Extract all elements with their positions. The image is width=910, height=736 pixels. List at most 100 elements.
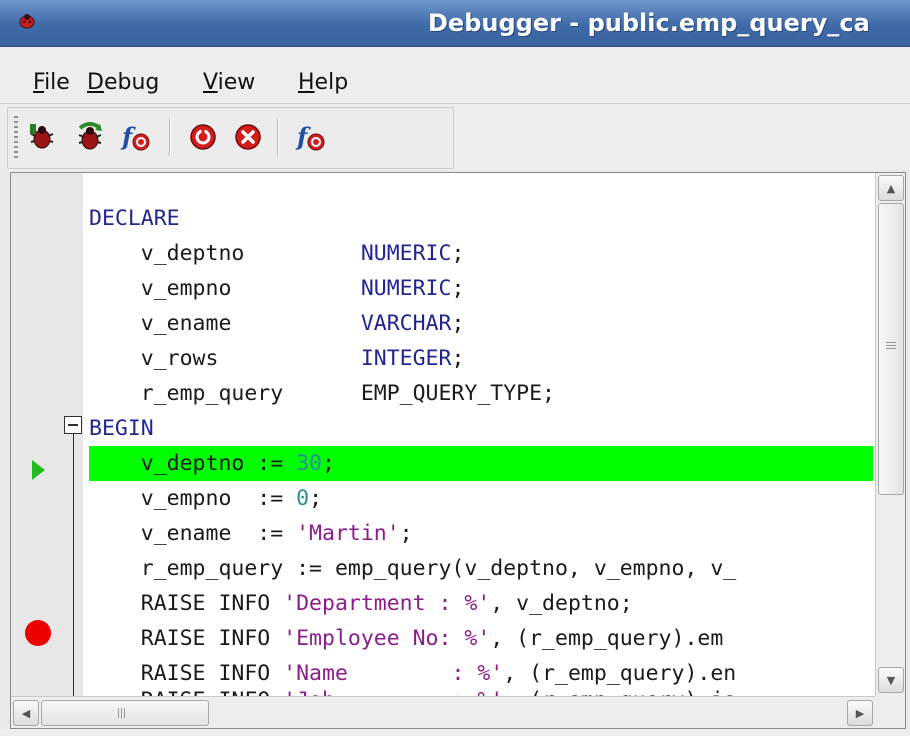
restart-icon (235, 124, 261, 150)
code-string: 'Employee No: %' (283, 626, 491, 651)
code-text: ; (451, 241, 465, 266)
step-over-icon (78, 122, 102, 150)
svg-text:f: f (295, 122, 311, 151)
toolbar-separator (277, 118, 279, 156)
fold-line (73, 434, 74, 696)
code-editor[interactable]: DECLARE v_deptno NUMERIC; v_empno NUMERI… (10, 172, 906, 729)
code-type: VARCHAR (360, 311, 452, 336)
code-line: v_empno := 0; (89, 481, 873, 516)
step-over-button[interactable] (72, 119, 108, 155)
arrow-down-icon: ▼ (886, 673, 896, 687)
code-text: v_ename := (89, 521, 297, 546)
code-text: ; (322, 451, 335, 476)
svg-text:f: f (120, 122, 136, 151)
code-text: ; (399, 521, 413, 546)
menu-debug-mnemonic: D (87, 70, 104, 95)
vertical-scrollbar[interactable]: ▲ ▼ (875, 173, 905, 696)
code-text: RAISE INFO (89, 591, 284, 616)
code-line: v_empno NUMERIC; (89, 271, 873, 306)
toolbar-frame: f f (7, 107, 454, 169)
toolbar-separator (169, 118, 171, 156)
continue-button[interactable]: f (118, 119, 154, 155)
code-text: v_empno (89, 276, 361, 301)
code-text: ; (309, 486, 323, 511)
bug-icon (19, 14, 35, 29)
code-text: r_emp_query EMP_QUERY_TYPE; (89, 381, 555, 406)
code-text: RAISE INFO (89, 688, 283, 696)
breakpoint-icon[interactable] (25, 620, 51, 646)
fold-toggle-icon[interactable] (64, 416, 82, 434)
code-string: 'Martin' (296, 521, 400, 546)
current-code-line: v_deptno := 30; (89, 446, 873, 481)
code-type: NUMERIC (360, 241, 452, 266)
arrow-right-icon: ▶ (855, 706, 865, 720)
set-breakpoint-function-icon: f (295, 122, 325, 151)
menu-debug-label: ebug (103, 70, 160, 95)
code-area[interactable]: DECLARE v_deptno NUMERIC; v_empno NUMERI… (89, 173, 873, 696)
arrow-left-icon: ◀ (21, 706, 31, 720)
code-line: DECLARE (89, 201, 873, 236)
menu-debug[interactable]: Debug (87, 70, 159, 95)
menu-file-mnemonic: F (33, 70, 45, 95)
menu-view-label: iew (217, 70, 256, 95)
menu-bar: File Debug View Help (0, 47, 910, 104)
code-line: v_ename := 'Martin'; (89, 516, 873, 551)
code-line: BEGIN (89, 411, 873, 446)
code-text: , (r_emp_query).em (490, 626, 724, 651)
menu-view-mnemonic: V (203, 70, 218, 95)
code-line: RAISE INFO 'Job : %', (r_emp_query).jo (89, 683, 873, 696)
scroll-left-button[interactable]: ◀ (13, 700, 39, 726)
code-text: ; (451, 276, 465, 301)
scroll-up-button[interactable]: ▲ (878, 175, 904, 201)
horizontal-scroll-thumb[interactable] (41, 700, 209, 726)
stop-button[interactable] (185, 119, 221, 155)
menu-help-label: elp (314, 70, 349, 95)
code-line: v_deptno NUMERIC; (89, 236, 873, 271)
arrow-up-icon: ▲ (886, 181, 896, 195)
code-line: RAISE INFO 'Employee No: %', (r_emp_quer… (89, 621, 873, 656)
thumb-grip (118, 708, 126, 718)
code-text: v_deptno (89, 241, 361, 266)
title-bar[interactable]: Debugger - public.emp_query_ca (0, 0, 910, 47)
code-string: 'Job : %' (283, 688, 503, 696)
code-type: INTEGER (360, 346, 452, 371)
toolbar-grip[interactable] (14, 116, 18, 160)
code-text: ; (451, 311, 465, 336)
menu-file[interactable]: File (33, 70, 70, 95)
code-type: NUMERIC (360, 276, 452, 301)
code-line: v_ename VARCHAR; (89, 306, 873, 341)
menu-view[interactable]: View (203, 70, 255, 95)
menu-help-mnemonic: H (298, 70, 315, 95)
code-string: 'Department : %' (283, 591, 491, 616)
thumb-grip (886, 342, 896, 350)
toolbar: f f (0, 104, 910, 170)
code-line: v_rows INTEGER; (89, 341, 873, 376)
code-keyword: DECLARE (89, 206, 180, 231)
scroll-down-button[interactable]: ▼ (878, 667, 904, 693)
code-text: r_emp_query := emp_query(v_deptno, v_emp… (89, 556, 737, 581)
code-line: r_emp_query EMP_QUERY_TYPE; (89, 376, 873, 411)
scroll-right-button[interactable]: ▶ (847, 700, 873, 726)
code-text: , (r_emp_query).jo (503, 688, 736, 696)
code-number: 30 (296, 451, 322, 476)
code-text: RAISE INFO (89, 626, 284, 651)
restart-button[interactable] (230, 119, 266, 155)
status-bar (0, 729, 910, 736)
window-title: Debugger - public.emp_query_ca (428, 9, 870, 37)
code-text: ; (451, 346, 465, 371)
current-line-arrow-icon (32, 460, 45, 480)
continue-function-icon: f (120, 122, 150, 151)
code-text: , v_deptno; (490, 591, 633, 616)
code-text: v_ename (89, 311, 361, 336)
set-breakpoint-button[interactable]: f (293, 119, 329, 155)
code-text: v_rows (89, 346, 361, 371)
code-keyword: BEGIN (89, 416, 154, 441)
menu-help[interactable]: Help (298, 70, 348, 95)
horizontal-scrollbar[interactable]: ◀ ▶ (11, 696, 875, 728)
code-number: 0 (296, 486, 310, 511)
step-into-button[interactable] (24, 119, 60, 155)
code-text: v_deptno := (89, 451, 297, 476)
stop-icon (190, 124, 216, 150)
code-text: v_empno := (89, 486, 297, 511)
vertical-scroll-thumb[interactable] (878, 203, 904, 495)
